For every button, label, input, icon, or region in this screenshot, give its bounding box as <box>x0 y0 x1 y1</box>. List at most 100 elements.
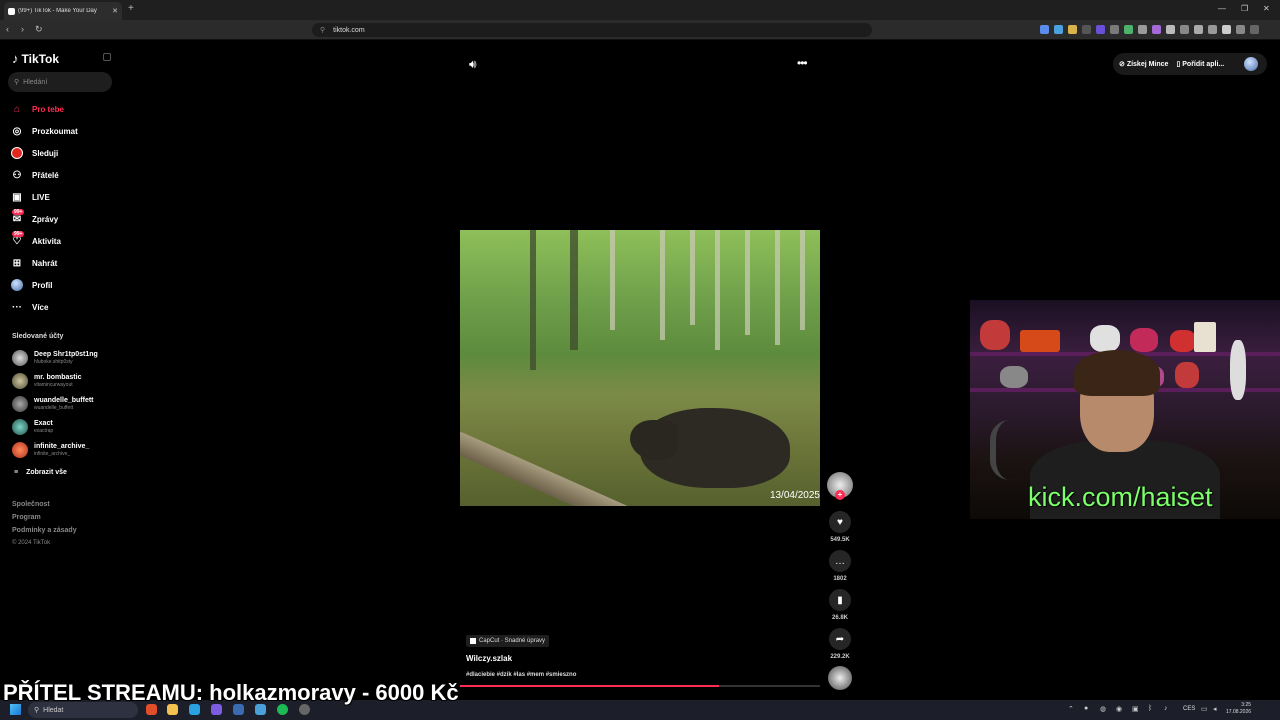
get-app-button[interactable]: ▯ Pořídit apli... <box>1176 60 1224 68</box>
like-button[interactable]: ♥ <box>829 511 851 533</box>
tiktok-sidebar: ♪ TikTok ⚲ Hledání ⌂ Pro tebe ◎ Prozkoum… <box>0 40 120 700</box>
nav-prozkoumat[interactable]: ◎ Prozkoumat <box>10 123 78 139</box>
extension-icon[interactable] <box>1124 25 1133 34</box>
sound-icon[interactable]: 🔊︎ <box>469 57 477 72</box>
reload-icon[interactable]: ↻ <box>35 24 43 35</box>
extension-icon[interactable] <box>1138 25 1147 34</box>
search-icon: ⚲ <box>14 79 20 86</box>
nav-sleduji[interactable]: Sleduji <box>10 145 58 161</box>
tray-app-icon[interactable]: ◍ <box>1100 705 1106 713</box>
like-count: 549.5K <box>830 537 850 543</box>
extension-icon[interactable] <box>1236 25 1245 34</box>
capcut-label: CapCut · Snadné úpravy <box>479 638 546 644</box>
extension-icon[interactable] <box>1096 25 1105 34</box>
video-author[interactable]: Wilczy.szlak <box>466 654 512 663</box>
close-tab-icon[interactable]: ✕ <box>112 7 118 15</box>
search-input[interactable]: ⚲ Hledání <box>8 72 112 92</box>
extension-icon[interactable] <box>1054 25 1063 34</box>
extension-icon[interactable] <box>1068 25 1077 34</box>
tree <box>530 230 536 370</box>
tray-chevron-icon[interactable]: ⌃ <box>1068 705 1074 713</box>
tree <box>715 230 720 350</box>
followed-account[interactable]: Exact exactrap <box>12 419 53 435</box>
site-info-icon[interactable]: ⚲ <box>320 26 325 34</box>
account-name: Exact <box>34 420 53 427</box>
footer-link-company[interactable]: Společnost <box>12 501 50 508</box>
extension-icon[interactable] <box>1194 25 1203 34</box>
avatar <box>12 350 28 366</box>
nav-vice[interactable]: ··· Více <box>10 299 48 315</box>
compass-icon: ◎ <box>12 125 22 137</box>
extension-icon[interactable] <box>1040 25 1049 34</box>
account-name: infinite_archive_ <box>34 443 90 450</box>
follow-plus-icon[interactable]: + <box>835 490 845 500</box>
streamer-hair <box>1074 350 1160 396</box>
collapse-sidebar-icon[interactable] <box>103 53 111 61</box>
account-name: mr. bombastic <box>34 374 82 381</box>
microphone-icon[interactable]: ♪ <box>1164 705 1168 712</box>
save-button[interactable]: ▮ <box>829 589 851 611</box>
extension-icon[interactable] <box>1110 25 1119 34</box>
nav-label: Profil <box>32 280 53 290</box>
close-window-icon[interactable]: ✕ <box>1263 4 1270 13</box>
bookmark-icon: ▮ <box>837 594 843 606</box>
tray-app-icon[interactable]: ◉ <box>1116 705 1122 713</box>
forward-icon[interactable]: › <box>21 24 24 34</box>
bluetooth-icon[interactable]: ᛒ <box>1148 705 1152 712</box>
video-progress-bar[interactable] <box>460 685 820 687</box>
back-icon[interactable]: ‹ <box>6 24 9 34</box>
activity-badge: 99+ <box>12 231 25 237</box>
nav-pratele[interactable]: ⚇ Přátelé <box>10 167 59 183</box>
home-icon: ⌂ <box>13 103 21 115</box>
music-disc-icon[interactable] <box>828 666 852 690</box>
followed-account[interactable]: Deep Shr1tp0st1ng hluboke.shitp0sty <box>12 350 98 366</box>
minimize-icon[interactable]: — <box>1218 4 1226 13</box>
nav-profil[interactable]: Profil <box>10 277 52 293</box>
extension-icon[interactable] <box>1166 25 1175 34</box>
figure <box>1170 330 1196 352</box>
followed-account[interactable]: wuandelle_buffett wuandelle_buffett <box>12 396 94 412</box>
new-tab-button[interactable]: + <box>128 3 134 14</box>
followed-account[interactable]: mr. bombastic vitamincurwayout <box>12 373 81 389</box>
profile-avatar[interactable] <box>1244 57 1258 71</box>
extension-icon[interactable] <box>1208 25 1217 34</box>
footer-link-terms[interactable]: Podmínky a zásady <box>12 527 77 534</box>
tray-app-icon[interactable]: ▣ <box>1132 705 1139 713</box>
figure <box>1175 362 1199 388</box>
share-button[interactable]: ➦ <box>829 628 851 650</box>
followed-account[interactable]: infinite_archive_ infinite_archive_ <box>12 442 89 458</box>
nav-live[interactable]: ▣ LIVE <box>10 189 50 205</box>
video-player[interactable]: 13/04/2025 <box>460 230 820 506</box>
more-options-icon[interactable]: ••• <box>797 56 808 70</box>
tiktok-logo[interactable]: ♪ TikTok <box>12 51 59 66</box>
taskbar-clock[interactable]: 3:25 17.08.2026 <box>1226 702 1251 716</box>
restore-icon[interactable]: ❐ <box>1241 4 1248 13</box>
network-icon[interactable]: ▭ <box>1201 705 1208 713</box>
nav-pro-tebe[interactable]: ⌂ Pro tebe <box>10 101 64 117</box>
footer-link-program[interactable]: Program <box>12 514 41 521</box>
menu-icon[interactable] <box>1250 25 1259 34</box>
comment-button[interactable]: … <box>829 550 851 572</box>
show-all-label: Zobrazit vše <box>26 469 67 476</box>
search-placeholder: Hledání <box>23 78 48 86</box>
nav-nahrat[interactable]: ⊞ Nahrát <box>10 255 58 271</box>
video-hashtags[interactable]: #dlaciebie #dzik #las #mem #smieszno <box>466 672 576 678</box>
extension-icon[interactable] <box>1082 25 1091 34</box>
search-icon: ⚲ <box>34 707 40 714</box>
volume-icon[interactable]: ◂ <box>1213 705 1217 713</box>
language-indicator[interactable]: CES <box>1183 706 1195 712</box>
tray-app-icon[interactable]: ● <box>1084 705 1088 712</box>
browser-tab[interactable]: (99+) TikTok - Make Your Day ✕ <box>4 2 122 20</box>
nav-label: Přátelé <box>32 170 59 180</box>
tiktok-note-icon: ♪ <box>12 51 19 66</box>
show-all-button[interactable]: ≡ Zobrazit vše <box>14 469 67 476</box>
capcut-badge[interactable]: CapCut · Snadné úpravy <box>466 635 550 647</box>
extension-icon[interactable] <box>1152 25 1161 34</box>
clock-time: 3:25 <box>1241 702 1252 708</box>
nav-zpravy[interactable]: ✉ 99+ Zprávy <box>10 209 58 227</box>
address-bar[interactable]: ⚲ tiktok.com <box>312 23 872 37</box>
get-coins-button[interactable]: ⊘ Získej Mince <box>1119 60 1168 68</box>
nav-aktivita[interactable]: ♡ 99+ Aktivita <box>10 231 61 249</box>
extension-icon[interactable] <box>1222 25 1231 34</box>
extension-icon[interactable] <box>1180 25 1189 34</box>
